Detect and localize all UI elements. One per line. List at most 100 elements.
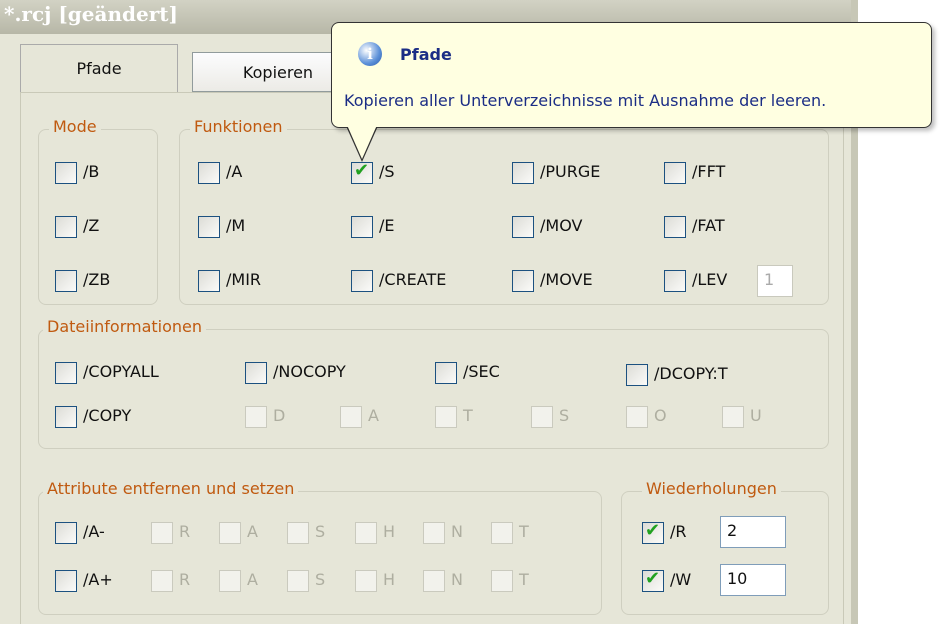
dateiinformationen-legend: Dateiinformationen bbox=[43, 317, 207, 336]
label-copy-d: D bbox=[273, 406, 286, 425]
checkbox-move[interactable] bbox=[512, 270, 534, 292]
label-move: /MOVE bbox=[540, 270, 593, 289]
checkbox-plus-h[interactable] bbox=[355, 570, 377, 592]
tooltip-text: Kopieren aller Unterverzeichnisse mit Au… bbox=[344, 91, 827, 110]
funktionen-legend: Funktionen bbox=[190, 117, 287, 136]
label-z: /Z bbox=[83, 216, 100, 235]
checkbox-a[interactable] bbox=[198, 162, 220, 184]
label-lev: /LEV bbox=[692, 270, 728, 289]
tab-panel: Mode /B /Z /ZB Funktionen /A /S /PURGE /… bbox=[20, 92, 844, 624]
dateiinformationen-group: Dateiinformationen /COPYALL /NOCOPY /SEC… bbox=[38, 317, 829, 449]
label-dcopy-t: /DCOPY:T bbox=[654, 364, 728, 383]
label-r: /R bbox=[670, 522, 687, 541]
label-minus-r: R bbox=[179, 522, 191, 541]
checkbox-minus-n[interactable] bbox=[423, 522, 445, 544]
checkbox-copy-t[interactable] bbox=[435, 406, 457, 428]
mode-group: Mode /B /Z /ZB bbox=[38, 117, 158, 305]
checkbox-s[interactable] bbox=[351, 160, 373, 184]
checkbox-sec[interactable] bbox=[435, 362, 457, 384]
label-fat: /FAT bbox=[692, 216, 725, 235]
label-purge: /PURGE bbox=[540, 162, 601, 181]
checkbox-z[interactable] bbox=[55, 216, 77, 238]
label-plus-n: N bbox=[451, 570, 463, 589]
checkbox-copy[interactable] bbox=[55, 406, 77, 428]
checkbox-plus-t[interactable] bbox=[491, 570, 513, 592]
label-plus-t: T bbox=[519, 570, 529, 589]
lev-input[interactable]: 1 bbox=[757, 265, 793, 297]
label-copy-s: S bbox=[559, 406, 570, 425]
label-a: /A bbox=[226, 162, 243, 181]
tooltip: i Pfade Kopieren aller Unterverzeichniss… bbox=[331, 22, 932, 128]
wiederholungen-group: Wiederholungen /R 2 /W 10 bbox=[621, 479, 829, 615]
checkbox-dcopy-t[interactable] bbox=[626, 364, 648, 386]
r-input[interactable]: 2 bbox=[720, 516, 786, 548]
checkbox-minus-a[interactable] bbox=[219, 522, 241, 544]
checkbox-e[interactable] bbox=[351, 216, 373, 238]
label-minus-t: T bbox=[519, 522, 529, 541]
checkbox-copyall[interactable] bbox=[55, 362, 77, 384]
checkbox-plus-a[interactable] bbox=[219, 570, 241, 592]
checkbox-minus-t[interactable] bbox=[491, 522, 513, 544]
tooltip-title: Pfade bbox=[400, 45, 452, 64]
label-plus-r: R bbox=[179, 570, 191, 589]
checkbox-b[interactable] bbox=[55, 162, 77, 184]
checkbox-plus-s[interactable] bbox=[287, 570, 309, 592]
label-minus-h: H bbox=[383, 522, 396, 541]
label-w: /W bbox=[670, 570, 692, 589]
label-nocopy: /NOCOPY bbox=[273, 362, 346, 381]
w-input[interactable]: 10 bbox=[720, 564, 786, 596]
wiederholungen-legend: Wiederholungen bbox=[642, 479, 781, 498]
label-fft: /FFT bbox=[692, 162, 726, 181]
label-e: /E bbox=[379, 216, 395, 235]
label-a-plus: /A+ bbox=[83, 570, 113, 589]
label-copy-a: A bbox=[368, 406, 379, 425]
checkbox-fat[interactable] bbox=[664, 216, 686, 238]
label-minus-n: N bbox=[451, 522, 463, 541]
checkbox-plus-n[interactable] bbox=[423, 570, 445, 592]
label-mir: /MIR bbox=[226, 270, 262, 289]
checkbox-plus-r[interactable] bbox=[151, 570, 173, 592]
checkbox-mov[interactable] bbox=[512, 216, 534, 238]
attribute-legend: Attribute entfernen und setzen bbox=[43, 479, 299, 498]
checkbox-a-minus[interactable] bbox=[55, 522, 77, 544]
checkbox-w[interactable] bbox=[642, 568, 664, 592]
label-create: /CREATE bbox=[379, 270, 447, 289]
checkbox-minus-r[interactable] bbox=[151, 522, 173, 544]
label-plus-h: H bbox=[383, 570, 396, 589]
label-copy: /COPY bbox=[83, 406, 132, 425]
checkbox-purge[interactable] bbox=[512, 162, 534, 184]
label-minus-a: A bbox=[247, 522, 258, 541]
window-title: *.rcj [geändert] bbox=[4, 2, 178, 26]
checkbox-a-plus[interactable] bbox=[55, 570, 77, 592]
checkbox-nocopy[interactable] bbox=[245, 362, 267, 384]
checkbox-copy-d[interactable] bbox=[245, 406, 267, 428]
label-plus-s: S bbox=[315, 570, 326, 589]
checkbox-mir[interactable] bbox=[198, 270, 220, 292]
label-copyall: /COPYALL bbox=[83, 362, 159, 381]
checkbox-copy-u[interactable] bbox=[722, 406, 744, 428]
checkbox-r[interactable] bbox=[642, 520, 664, 544]
label-copy-o: O bbox=[654, 406, 667, 425]
checkbox-zb[interactable] bbox=[55, 270, 77, 292]
checkbox-lev[interactable] bbox=[664, 270, 686, 292]
label-plus-a: A bbox=[247, 570, 258, 589]
label-minus-s: S bbox=[315, 522, 326, 541]
checkbox-m[interactable] bbox=[198, 216, 220, 238]
checkbox-copy-o[interactable] bbox=[626, 406, 648, 428]
funktionen-group: Funktionen /A /S /PURGE /FFT /M /E /MOV … bbox=[179, 117, 829, 305]
label-sec: /SEC bbox=[463, 362, 500, 381]
info-icon: i bbox=[358, 42, 382, 66]
label-copy-u: U bbox=[750, 406, 762, 425]
checkbox-minus-h[interactable] bbox=[355, 522, 377, 544]
tab-pfade[interactable]: Pfade bbox=[20, 44, 178, 92]
mode-legend: Mode bbox=[49, 117, 101, 136]
checkbox-copy-s[interactable] bbox=[531, 406, 553, 428]
label-copy-t: T bbox=[463, 406, 473, 425]
attribute-group: Attribute entfernen und setzen /A- R A S… bbox=[38, 479, 602, 615]
tooltip-pointer-fill bbox=[347, 125, 377, 159]
label-s: /S bbox=[379, 162, 395, 181]
checkbox-create[interactable] bbox=[351, 270, 373, 292]
checkbox-fft[interactable] bbox=[664, 162, 686, 184]
checkbox-minus-s[interactable] bbox=[287, 522, 309, 544]
checkbox-copy-a[interactable] bbox=[340, 406, 362, 428]
